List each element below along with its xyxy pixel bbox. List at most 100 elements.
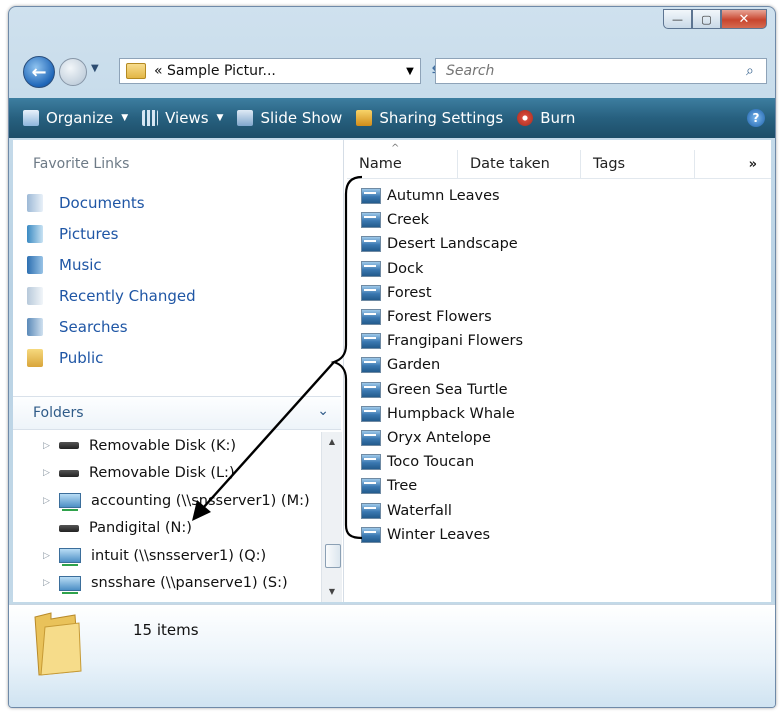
organize-button[interactable]: Organize ▼ [23,109,128,127]
close-button[interactable]: ✕ [721,9,767,29]
searches-icon [27,317,43,336]
expand-arrow-icon[interactable]: ▷ [43,441,59,451]
tree-item[interactable]: Pandigital (N:) [13,515,319,543]
tree-item-label: Removable Disk (L:) [89,465,235,482]
more-columns-button[interactable]: » [695,150,771,178]
organize-icon [23,110,39,126]
help-icon[interactable]: ? [747,109,765,127]
fav-item-public[interactable]: Public [27,342,196,373]
file-name: Desert Landscape [387,236,518,253]
image-file-icon [361,260,381,277]
fav-label: Recently Changed [59,286,196,305]
expand-arrow-icon[interactable]: ▷ [43,468,59,478]
chevron-down-icon: ▼ [216,113,224,123]
tree-item[interactable]: ▷ accounting (\\snsserver1) (M:) [13,487,319,515]
drive-icon [59,524,79,532]
image-file-icon [361,333,381,350]
file-name: Forest [387,284,432,301]
file-item[interactable]: Forest [361,281,523,305]
forward-button[interactable] [59,58,87,86]
minimize-button[interactable]: — [663,9,692,29]
sharing-settings-button[interactable]: Sharing Settings [356,109,503,127]
tree-item[interactable]: ▷ Removable Disk (L:) [13,460,319,488]
column-name[interactable]: Name [347,143,458,178]
column-date-taken[interactable]: Date taken [458,150,581,178]
file-name: Winter Leaves [387,526,491,543]
file-item[interactable]: Autumn Leaves [361,184,523,208]
expand-arrow-icon[interactable]: ▷ [43,551,59,561]
command-bar: Organize ▼ Views ▼ Slide Show Sharing Sett… [9,98,775,138]
fav-item-music[interactable]: Music [27,249,196,280]
file-name: Garden [387,357,441,374]
file-item[interactable]: Creek [361,208,523,232]
file-item[interactable]: Humpback Whale [361,402,523,426]
file-name: Toco Toucan [387,454,475,471]
chevron-down-icon[interactable]: ⌄ [317,403,329,419]
recent-pages-dropdown[interactable]: ▼ [91,63,99,74]
file-name: Forest Flowers [387,309,492,326]
tree-item[interactable]: ▷ intuit (\\snsserver1) (Q:) [13,542,319,570]
file-item[interactable]: Garden [361,353,523,377]
file-item[interactable]: Oryx Antelope [361,426,523,450]
scroll-up-icon[interactable]: ▲ [322,434,342,450]
back-button[interactable]: ← [23,56,55,88]
scroll-thumb[interactable] [325,544,341,568]
fav-item-pictures[interactable]: Pictures [27,218,196,249]
file-item[interactable]: Desert Landscape [361,232,523,256]
file-name: Frangipani Flowers [387,333,524,350]
address-dropdown-icon[interactable]: ▼ [400,66,420,77]
back-arrow-icon: ← [31,61,47,83]
views-label: Views [165,109,209,127]
file-list: Autumn Leaves Creek Desert Landscape Doc… [361,184,523,547]
file-item[interactable]: Forest Flowers [361,305,523,329]
tree-item[interactable]: ▷ snsshare (\\panserve1) (S:) [13,570,319,598]
fav-item-recently-changed[interactable]: Recently Changed [27,280,196,311]
file-name: Oryx Antelope [387,429,491,446]
file-item[interactable]: Green Sea Turtle [361,378,523,402]
tree-item-label: Removable Disk (K:) [89,437,237,454]
search-icon[interactable]: ⌕ [746,63,766,79]
address-bar[interactable]: « Sample Pictur... ▼ [119,58,421,84]
file-item[interactable]: Waterfall [361,498,523,522]
sharing-label: Sharing Settings [379,109,504,127]
scroll-down-icon[interactable]: ▼ [322,584,342,600]
favorite-links-header: Favorite Links [33,156,130,172]
file-item[interactable]: Dock [361,257,523,281]
file-item[interactable]: Tree [361,474,523,498]
search-box[interactable]: ⌕ [435,58,767,84]
details-pane: 15 items [9,604,775,707]
views-button[interactable]: Views ▼ [142,109,223,127]
file-item[interactable]: Winter Leaves [361,523,523,547]
slideshow-label: Slide Show [260,109,343,127]
file-item[interactable]: Frangipani Flowers [361,329,523,353]
maximize-button[interactable]: ▢ [692,9,721,29]
slideshow-button[interactable]: Slide Show [237,109,342,127]
caption-buttons: — ▢ ✕ [663,9,767,29]
expand-arrow-icon[interactable]: ▷ [43,496,59,506]
file-name: Dock [387,260,424,277]
expand-arrow-icon[interactable]: ▷ [43,578,59,588]
fav-item-documents[interactable]: Documents [27,187,196,218]
file-item[interactable]: Toco Toucan [361,450,523,474]
image-file-icon [361,429,381,446]
image-file-icon [361,381,381,398]
fav-label: Music [59,255,102,274]
search-input[interactable] [444,62,746,80]
network-drive-icon [59,493,81,512]
favorite-links-list: Documents Pictures Music Recently Change… [27,187,196,373]
tree-item[interactable]: ▷ Removable Disk (K:) [13,432,319,460]
image-file-icon [361,526,381,543]
folder-icon [126,63,146,79]
folders-header[interactable]: Folders ⌄ [13,396,341,430]
recently-changed-icon [27,286,43,305]
pictures-icon [27,224,43,243]
burn-button[interactable]: Burn [517,109,575,127]
image-file-icon [361,405,381,422]
navigation-pane: Favorite Links Documents Pictures Music … [13,140,344,602]
tree-item-label: accounting (\\snsserver1) (M:) [91,492,310,509]
fav-item-searches[interactable]: Searches [27,311,196,342]
folder-tree-scrollbar[interactable]: ▲ ▼ [321,432,342,602]
sharing-icon [356,110,373,126]
column-tags[interactable]: Tags [581,150,695,178]
tree-item-label: Pandigital (N:) [89,520,192,537]
